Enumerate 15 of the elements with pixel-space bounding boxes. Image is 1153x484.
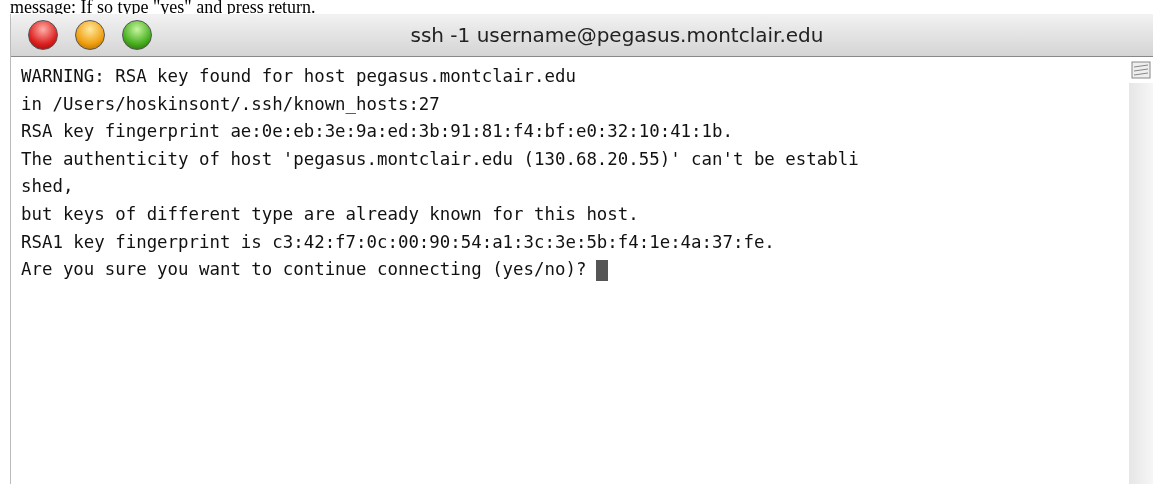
scrollbar-track[interactable] bbox=[1129, 83, 1153, 484]
terminal-line: The authenticity of host 'pegasus.montclair.edu (130.68.20.55)' can't be establi bbox=[21, 148, 859, 169]
terminal-line: shed, bbox=[21, 176, 74, 197]
text-cursor bbox=[596, 259, 609, 281]
terminal-line: RSA1 key fingerprint is c3:42:f7:0c:00:90:54:a1:3c:3e:5b:f4:1e:4a:37:fe. bbox=[21, 231, 775, 252]
terminal-line: RSA key fingerprint ae:0e:eb:3e:9a:ed:3b:91:81:f4:bf:e0:32:10:41:1b. bbox=[21, 121, 733, 142]
zoom-button[interactable] bbox=[122, 20, 152, 50]
minimize-button[interactable] bbox=[75, 20, 105, 50]
terminal-line: WARNING: RSA key found for host pegasus.montclair.edu bbox=[21, 66, 576, 86]
split-pane-icon[interactable] bbox=[1131, 61, 1151, 79]
terminal-line: in /Users/hoskinsont/.ssh/known_hosts:27 bbox=[21, 93, 440, 114]
terminal-line: but keys of different type are already known for this host. bbox=[21, 203, 639, 224]
terminal-line: Are you sure you want to continue connecting (yes/no)? bbox=[21, 259, 587, 280]
window-title: ssh -1 username@pegasus.montclair.edu bbox=[409, 23, 824, 47]
close-button[interactable] bbox=[28, 20, 58, 50]
